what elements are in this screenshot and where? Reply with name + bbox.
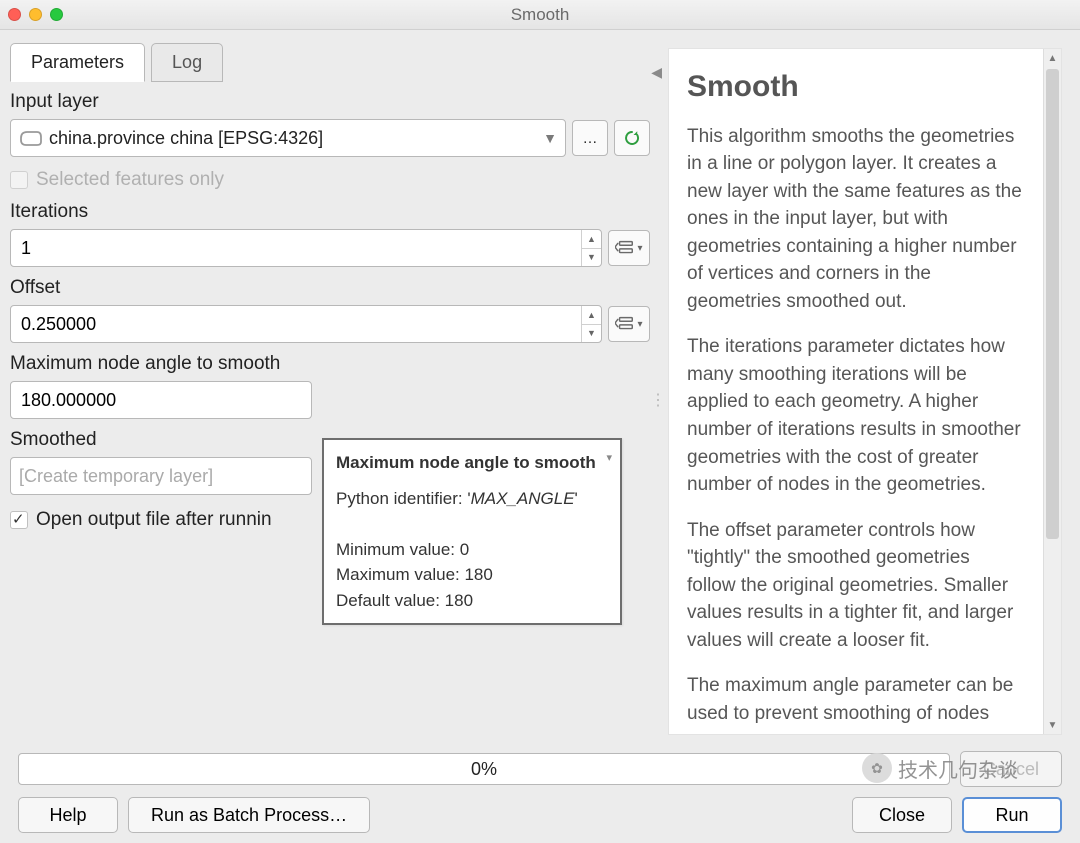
help-paragraph: The iterations parameter dictates how ma… [687,333,1023,498]
data-defined-icon [615,240,635,256]
iterations-spinner[interactable]: ▲ ▼ [581,230,601,266]
selected-features-label: Selected features only [36,169,224,191]
offset-spinbox[interactable]: ▲ ▼ [10,305,602,343]
tab-log[interactable]: Log [151,43,223,82]
dropdown-arrow-icon: ▼ [543,130,557,146]
chevron-down-icon: ▾ [637,243,642,254]
max-angle-label: Maximum node angle to smooth [10,353,650,375]
close-button[interactable]: Close [852,797,952,833]
window-title: Smooth [511,5,570,25]
spinner-up-icon[interactable]: ▲ [582,306,601,325]
help-paragraph: The offset parameter controls how "tight… [687,517,1023,655]
scroll-up-icon[interactable]: ▲ [1044,49,1061,67]
zoom-window-icon[interactable] [50,8,63,21]
spinner-up-icon[interactable]: ▲ [582,230,601,249]
help-paragraph: This algorithm smooths the geometries in… [687,123,1023,316]
help-button[interactable]: Help [18,797,118,833]
iterations-data-defined-button[interactable]: ▾ [608,230,650,266]
browse-layer-button[interactable]: … [572,120,608,156]
progress-text: 0% [471,759,497,780]
offset-label: Offset [10,277,650,299]
selected-features-only-row: Selected features only [10,169,650,191]
titlebar: Smooth [0,0,1080,30]
tooltip-python-id: Python identifier: 'MAX_ANGLE' [336,486,608,512]
tooltip-min: Minimum value: 0 [336,537,608,563]
offset-input[interactable] [11,306,581,342]
progress-bar: 0% [18,753,950,785]
run-button[interactable]: Run [962,797,1062,833]
parameters-panel: ◀ Parameters Log Input layer china.provi… [0,30,660,743]
reload-layer-button[interactable] [614,120,650,156]
tooltip-title: Maximum node angle to smooth [336,450,608,476]
smoothed-placeholder: [Create temporary layer] [19,466,303,487]
max-angle-tooltip: Maximum node angle to smooth ▾ Python id… [322,438,622,625]
collapse-help-icon[interactable]: ◀ [651,64,662,81]
help-paragraph: The maximum angle parameter can be used … [687,672,1023,727]
input-layer-label: Input layer [10,91,650,113]
selected-features-checkbox [10,171,28,189]
help-content: Smooth This algorithm smooths the geomet… [669,49,1043,734]
offset-spinner[interactable]: ▲ ▼ [581,306,601,342]
open-after-running-checkbox[interactable] [10,511,28,529]
ellipsis-icon: … [583,130,598,147]
cancel-button: Cancel [960,751,1062,787]
spinner-down-icon[interactable]: ▼ [582,325,601,343]
bottom-bar: 0% Cancel Help Run as Batch Process… Clo… [0,743,1080,843]
chevron-down-icon: ▾ [637,319,642,330]
iterations-input[interactable] [11,230,581,266]
tooltip-default: Default value: 180 [336,588,608,614]
tabbar: Parameters Log [10,42,650,81]
tab-parameters[interactable]: Parameters [10,43,145,82]
chevron-down-icon: ▾ [606,450,612,467]
help-title: Smooth [687,65,1023,109]
offset-data-defined-button[interactable]: ▾ [608,306,650,342]
spinner-down-icon[interactable]: ▼ [582,249,601,267]
input-layer-select[interactable]: china.province china [EPSG:4326] ▼ [10,119,566,157]
max-angle-input[interactable] [11,382,311,418]
window-controls [8,8,63,21]
data-defined-icon [615,316,635,332]
iterations-label: Iterations [10,201,650,223]
close-window-icon[interactable] [8,8,21,21]
help-scrollbar[interactable]: ▲ ▼ [1043,49,1061,734]
tooltip-max: Maximum value: 180 [336,562,608,588]
max-angle-spinbox[interactable] [10,381,312,419]
help-panel: Smooth This algorithm smooths the geomet… [668,48,1062,735]
scroll-thumb[interactable] [1046,69,1059,539]
minimize-window-icon[interactable] [29,8,42,21]
splitter-handle[interactable]: ⋮ [650,390,667,410]
scroll-down-icon[interactable]: ▼ [1044,716,1061,734]
open-after-running-label: Open output file after runnin [36,509,272,531]
run-batch-button[interactable]: Run as Batch Process… [128,797,370,833]
smoothed-output-select[interactable]: [Create temporary layer] [10,457,312,495]
polygon-layer-icon [19,129,43,147]
iterations-spinbox[interactable]: ▲ ▼ [10,229,602,267]
input-layer-value: china.province china [EPSG:4326] [49,128,543,149]
reload-icon [623,129,641,147]
